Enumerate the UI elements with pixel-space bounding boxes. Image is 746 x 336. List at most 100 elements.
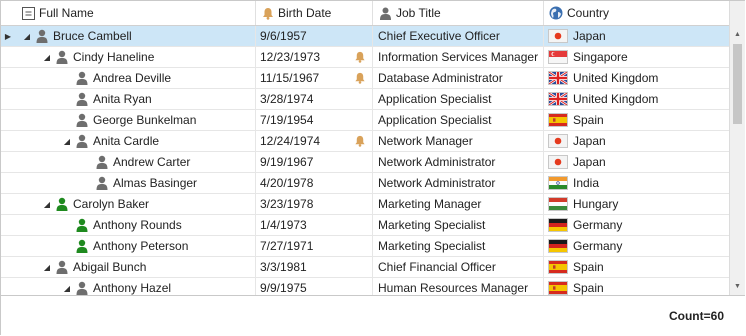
table-row[interactable]: Andrea Deville 11/15/1967 Database Adminis… <box>1 68 729 89</box>
table-row[interactable]: Anthony Peterson 7/27/1971 Marketing Speci… <box>1 236 729 257</box>
birth-date-cell[interactable]: 11/15/1967 <box>256 68 373 88</box>
birth-date-cell[interactable]: 1/4/1973 <box>256 215 373 235</box>
country-cell[interactable]: United Kingdom <box>544 89 729 109</box>
country-text: Germany <box>573 218 623 232</box>
column-header-label: Full Name <box>39 6 94 20</box>
birth-date-cell[interactable]: 9/9/1975 <box>256 278 373 295</box>
job-title-cell[interactable]: Network Manager <box>373 131 544 151</box>
birth-date-cell[interactable]: 3/3/1981 <box>256 257 373 277</box>
expand-toggle-icon[interactable]: ◢ <box>21 30 33 42</box>
column-header-row: Full Name Birth Date Job Title Country <box>1 1 729 26</box>
birth-date-cell[interactable]: 9/19/1967 <box>256 152 373 172</box>
job-title-cell[interactable]: Information Services Manager <box>373 47 544 67</box>
birth-date-cell[interactable]: 12/23/1973 <box>256 47 373 67</box>
full-name-cell[interactable]: George Bunkelman <box>1 110 256 130</box>
country-cell[interactable]: Spain <box>544 257 729 277</box>
full-name-text: Anita Cardle <box>93 134 160 148</box>
full-name-cell[interactable]: ◢ Abigail Bunch <box>1 257 256 277</box>
country-cell[interactable]: Hungary <box>544 194 729 214</box>
job-title-cell[interactable]: Marketing Specialist <box>373 236 544 256</box>
table-row[interactable]: Anthony Rounds 1/4/1973 Marketing Speciali… <box>1 215 729 236</box>
full-name-text: Anita Ryan <box>93 92 152 106</box>
scroll-up-arrow-icon[interactable]: ▲ <box>730 26 745 42</box>
job-title-cell[interactable]: Chief Executive Officer <box>373 26 544 46</box>
table-row[interactable]: ◢ Abigail Bunch 3/3/1981 Chief Financial Of… <box>1 257 729 278</box>
full-name-cell[interactable]: ◢ Carolyn Baker <box>1 194 256 214</box>
column-header-birth-date[interactable]: Birth Date <box>256 1 373 25</box>
expand-toggle-icon[interactable]: ◢ <box>41 261 53 273</box>
country-text: Japan <box>573 155 606 169</box>
country-cell[interactable]: Germany <box>544 236 729 256</box>
country-text: Spain <box>573 260 604 274</box>
full-name-cell[interactable]: Almas Basinger <box>1 173 256 193</box>
grid-body: ▶ ◢ Bruce Cambell 9/6/1957 Chief Executive O… <box>1 26 729 295</box>
job-title-cell[interactable]: Application Specialist <box>373 89 544 109</box>
job-title-cell[interactable]: Network Administrator <box>373 173 544 193</box>
table-row[interactable]: ◢ Carolyn Baker 3/23/1978 Marketing Manager… <box>1 194 729 215</box>
column-header-country[interactable]: Country <box>544 1 729 25</box>
scroll-thumb[interactable] <box>733 44 742 124</box>
birth-date-cell[interactable]: 3/28/1974 <box>256 89 373 109</box>
country-cell[interactable]: India <box>544 173 729 193</box>
spain-flag-icon <box>548 281 568 295</box>
full-name-cell[interactable]: Anthony Peterson <box>1 236 256 256</box>
table-row[interactable]: Almas Basinger 4/20/1978 Network Administr… <box>1 173 729 194</box>
country-cell[interactable]: Japan <box>544 26 729 46</box>
job-title-cell[interactable]: Marketing Manager <box>373 194 544 214</box>
full-name-cell[interactable]: ◢ Anthony Hazel <box>1 278 256 295</box>
full-name-text: Anthony Peterson <box>93 239 189 253</box>
birth-date-cell[interactable]: 4/20/1978 <box>256 173 373 193</box>
country-cell[interactable]: Singapore <box>544 47 729 67</box>
full-name-cell[interactable]: Anita Ryan <box>1 89 256 109</box>
table-row[interactable]: George Bunkelman 7/19/1954 Application Spe… <box>1 110 729 131</box>
table-row[interactable]: ◢ Anita Cardle 12/24/1974 Network Manager Ja… <box>1 131 729 152</box>
country-cell[interactable]: Japan <box>544 152 729 172</box>
birth-date-cell[interactable]: 7/27/1971 <box>256 236 373 256</box>
full-name-cell[interactable]: Andrea Deville <box>1 68 256 88</box>
full-name-cell[interactable]: ◢ Bruce Cambell <box>1 26 256 46</box>
column-header-job-title[interactable]: Job Title <box>373 1 544 25</box>
country-cell[interactable]: Germany <box>544 215 729 235</box>
country-cell[interactable]: Japan <box>544 131 729 151</box>
scroll-down-arrow-icon[interactable]: ▼ <box>730 278 745 294</box>
expand-toggle-icon[interactable]: ◢ <box>61 282 73 294</box>
table-row[interactable]: Anita Ryan 3/28/1974 Application Specialis… <box>1 89 729 110</box>
birth-date-text: 12/23/1973 <box>260 50 321 64</box>
table-row[interactable]: ▶ ◢ Bruce Cambell 9/6/1957 Chief Executive O… <box>1 26 729 47</box>
full-name-cell[interactable]: Andrew Carter <box>1 152 256 172</box>
full-name-cell[interactable]: Anthony Rounds <box>1 215 256 235</box>
birth-date-cell[interactable]: 3/23/1978 <box>256 194 373 214</box>
birth-date-text: 1/4/1973 <box>260 218 307 232</box>
expand-toggle-icon[interactable]: ◢ <box>61 135 73 147</box>
job-title-cell[interactable]: Human Resources Manager <box>373 278 544 295</box>
full-name-cell[interactable]: ◢ Anita Cardle <box>1 131 256 151</box>
person-icon <box>75 113 89 127</box>
country-cell[interactable]: United Kingdom <box>544 68 729 88</box>
country-cell[interactable]: Spain <box>544 278 729 295</box>
column-chooser-icon[interactable] <box>22 6 35 20</box>
job-title-cell[interactable]: Database Administrator <box>373 68 544 88</box>
vertical-scrollbar[interactable]: ▲ ▼ <box>729 1 745 295</box>
birth-date-cell[interactable]: 7/19/1954 <box>256 110 373 130</box>
job-title-cell[interactable]: Network Administrator <box>373 152 544 172</box>
country-text: Spain <box>573 281 604 295</box>
birth-date-cell[interactable]: 12/24/1974 <box>256 131 373 151</box>
job-title-text: Network Administrator <box>378 155 496 169</box>
country-text: Hungary <box>573 197 619 211</box>
bell-icon <box>262 7 274 20</box>
country-cell[interactable]: Spain <box>544 110 729 130</box>
table-row[interactable]: ◢ Anthony Hazel 9/9/1975 Human Resources Ma… <box>1 278 729 295</box>
table-row[interactable]: Andrew Carter 9/19/1967 Network Administra… <box>1 152 729 173</box>
expand-toggle-icon[interactable]: ◢ <box>41 51 53 63</box>
birth-date-cell[interactable]: 9/6/1957 <box>256 26 373 46</box>
germany-flag-icon <box>548 239 568 253</box>
job-title-cell[interactable]: Chief Financial Officer <box>373 257 544 277</box>
job-title-cell[interactable]: Marketing Specialist <box>373 215 544 235</box>
job-title-cell[interactable]: Application Specialist <box>373 110 544 130</box>
grid-footer: Count=60 <box>1 295 745 336</box>
expand-toggle-icon[interactable]: ◢ <box>41 198 53 210</box>
column-header-full-name[interactable]: Full Name <box>1 1 256 25</box>
table-row[interactable]: ◢ Cindy Haneline 12/23/1973 Information Ser… <box>1 47 729 68</box>
full-name-cell[interactable]: ◢ Cindy Haneline <box>1 47 256 67</box>
country-text: Japan <box>573 134 606 148</box>
